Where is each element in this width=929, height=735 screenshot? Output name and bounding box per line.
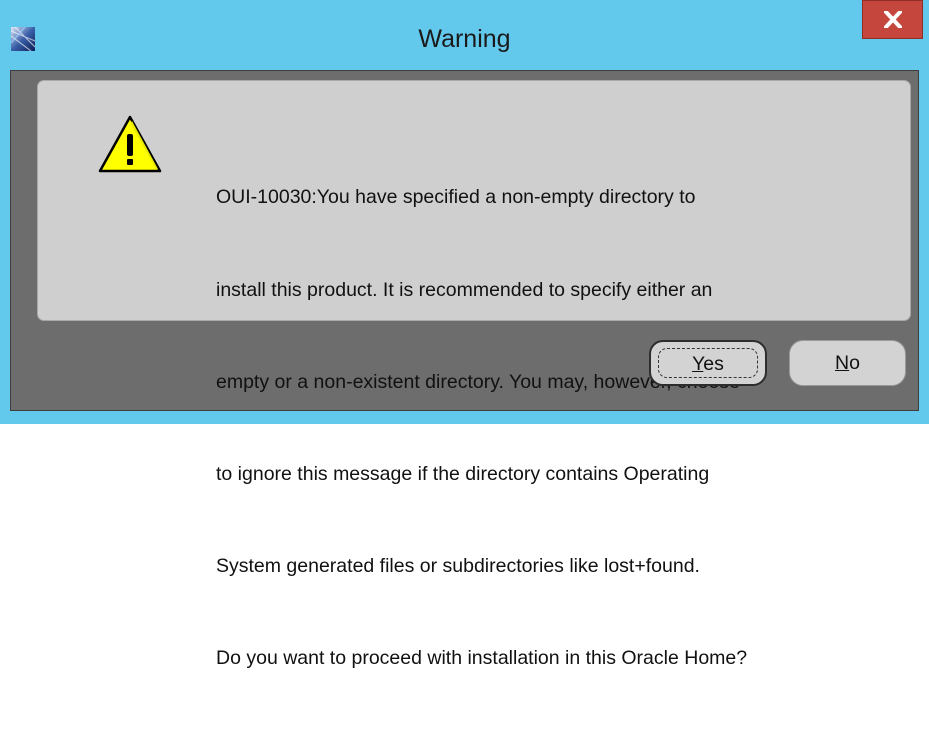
no-mnemonic: N <box>835 352 850 374</box>
title-bar[interactable]: Warning <box>0 0 929 79</box>
close-button[interactable] <box>862 0 923 39</box>
message-line: System generated files or subdirectories… <box>216 554 700 577</box>
window-title: Warning <box>418 25 511 53</box>
warning-dialog-window: Warning OUI-10030:You have specified a n… <box>0 0 929 669</box>
message-line: install this product. It is recommended … <box>216 278 713 301</box>
warning-message: OUI-10030:You have specified a non-empty… <box>216 121 896 735</box>
warning-icon <box>98 115 162 173</box>
yes-button[interactable]: Yes <box>649 340 767 386</box>
no-button[interactable]: No <box>789 340 906 386</box>
no-label-rest: o <box>849 352 860 374</box>
message-panel: OUI-10030:You have specified a non-empty… <box>37 80 911 669</box>
focus-ring <box>658 348 758 378</box>
message-line: Do you want to proceed with installation… <box>216 646 748 669</box>
message-line: OUI-10030:You have specified a non-empty… <box>216 186 696 209</box>
close-icon <box>884 11 902 28</box>
dialog-body: OUI-10030:You have specified a non-empty… <box>10 70 919 669</box>
message-line: to ignore this message if the directory … <box>216 462 710 485</box>
